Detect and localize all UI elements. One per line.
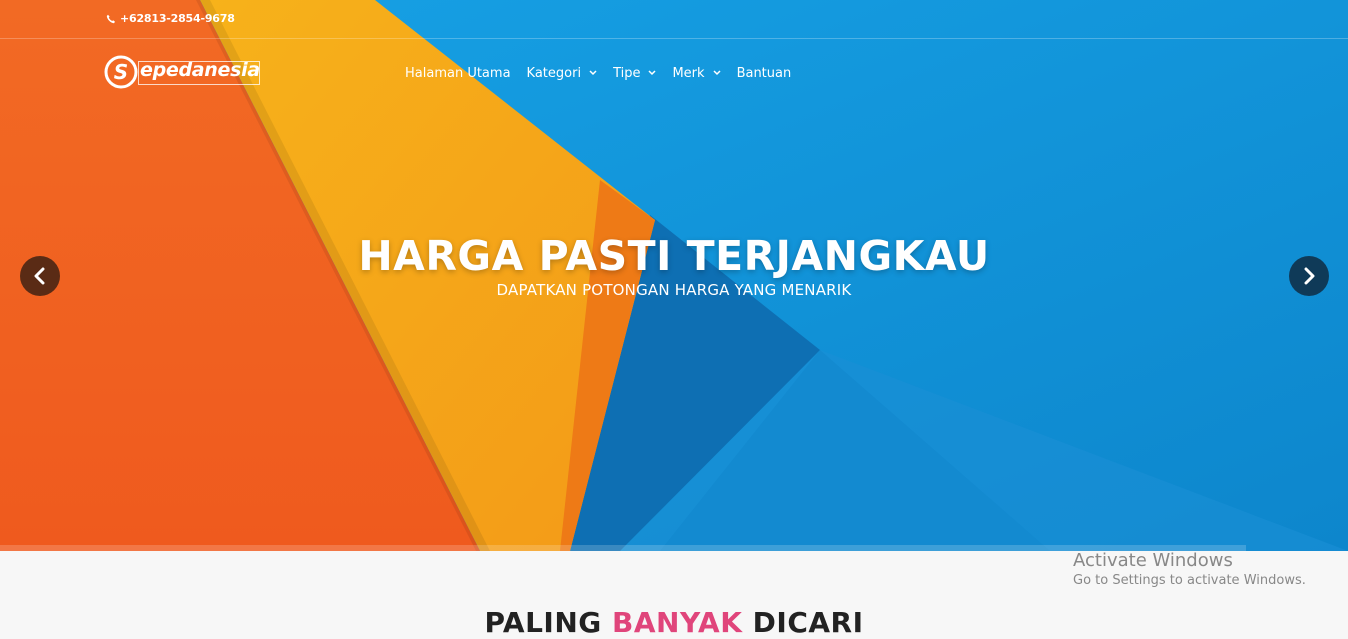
slider-next-button[interactable] (1289, 256, 1329, 296)
top-bar: +62813-2854-9678 (0, 0, 1348, 39)
nav-item-bantuan[interactable]: Bantuan (737, 66, 792, 81)
nav-label: Merk (672, 66, 705, 81)
main-nav: Halaman Utama Kategori Tipe Merk Bantuan (405, 66, 807, 81)
watermark-line-2: Go to Settings to activate Windows. (1073, 573, 1306, 588)
chevron-down-icon (713, 69, 721, 79)
hero-slider: +62813-2854-9678 S epedanesia Halaman Ut… (0, 0, 1348, 551)
brand-name: epedanesia (140, 59, 260, 81)
chevron-down-icon (589, 69, 597, 79)
nav-item-merk[interactable]: Merk (672, 66, 721, 81)
watermark-line-1: Activate Windows (1073, 550, 1233, 571)
windows-activation-watermark: Activate Windows Go to Settings to activ… (1073, 550, 1306, 588)
nav-item-tipe[interactable]: Tipe (613, 66, 656, 81)
brand-logo[interactable]: S epedanesia (104, 55, 266, 89)
nav-label: Bantuan (736, 66, 792, 81)
slider-indicator-bar (0, 545, 1246, 551)
chevron-down-icon (648, 69, 656, 79)
nav-label: Kategori (526, 66, 582, 81)
nav-label: Halaman Utama (405, 66, 511, 81)
nav-label: Tipe (613, 66, 641, 81)
hero-title: HARGA PASTI TERJANGKAU (358, 232, 990, 280)
nav-item-kategori[interactable]: Kategori (527, 66, 598, 81)
phone-number: +62813-2854-9678 (120, 12, 235, 25)
chevron-right-icon (1304, 267, 1315, 285)
phone-icon (106, 14, 115, 23)
hero-subtitle: DAPATKAN POTONGAN HARGA YANG MENARIK (496, 281, 852, 299)
logo-mark: S (104, 55, 138, 89)
chevron-left-icon (34, 267, 45, 285)
svg-text:S: S (114, 60, 128, 84)
nav-item-halaman-utama[interactable]: Halaman Utama (405, 66, 511, 81)
phone-contact[interactable]: +62813-2854-9678 (106, 12, 235, 25)
slider-prev-button[interactable] (20, 256, 60, 296)
